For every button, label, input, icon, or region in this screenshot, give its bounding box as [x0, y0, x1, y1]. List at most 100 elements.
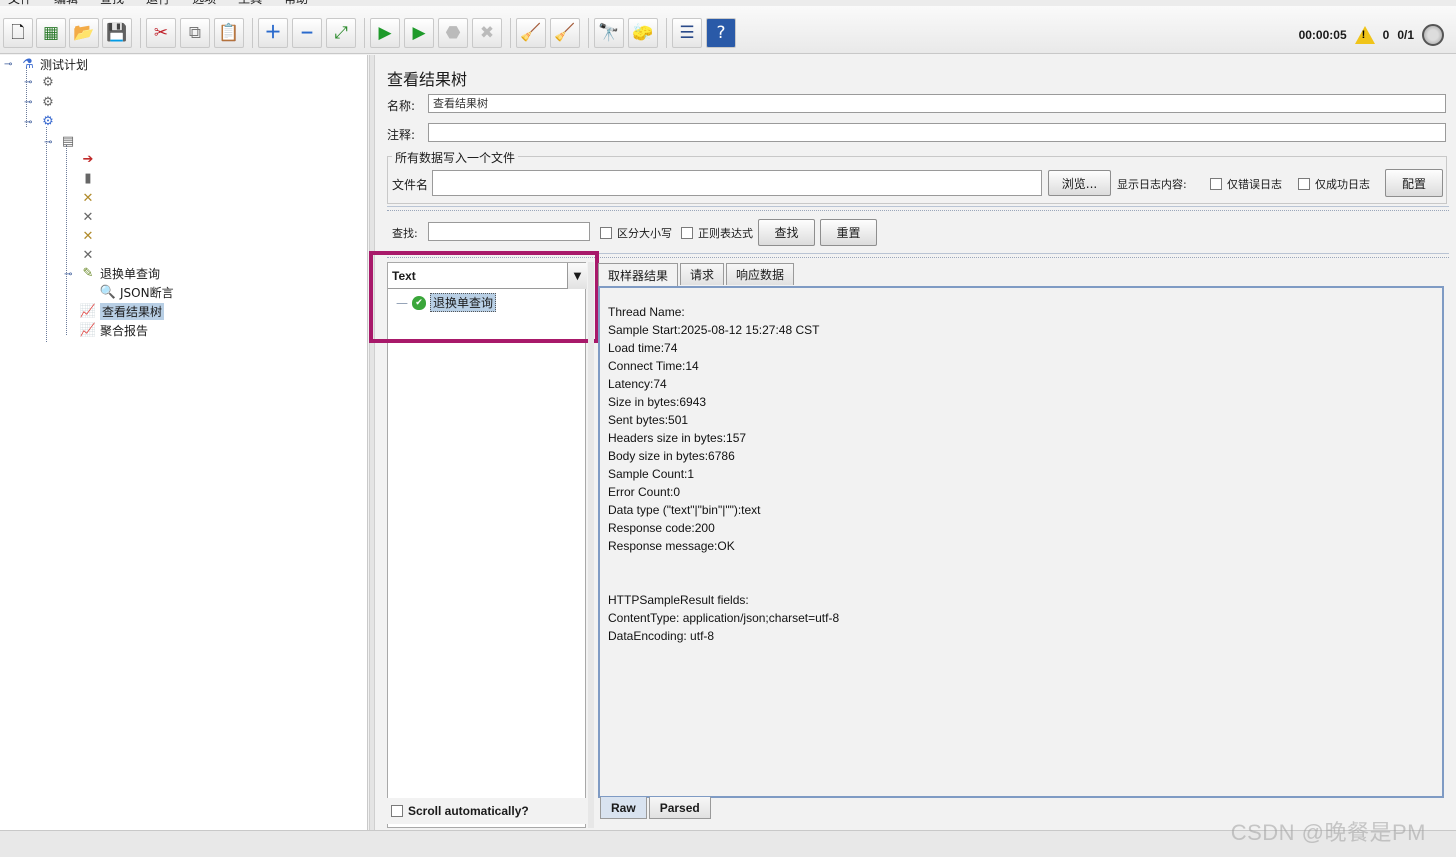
configure-button[interactable]: 配置	[1385, 169, 1443, 197]
tree-node-json-assertion[interactable]: 🔍 JSON断言	[100, 284, 174, 301]
tree-toggle-3[interactable]: ⊸	[24, 117, 32, 128]
result-line: Thread Name:	[608, 305, 685, 319]
search-icon[interactable]: 🔭	[594, 18, 624, 48]
tree-node-test-plan[interactable]: ⚗ 测试计划	[20, 56, 88, 73]
gear-icon: ⚙	[42, 94, 54, 110]
tree-node-view-results-tree[interactable]: 📈 查看结果树	[80, 303, 165, 320]
tree-node-config-1[interactable]: ⚙	[40, 74, 56, 90]
filename-field[interactable]	[432, 170, 1042, 196]
browse-button[interactable]: 浏览...	[1048, 170, 1111, 196]
result-line: Response code:200	[608, 521, 715, 535]
search-input[interactable]	[428, 222, 590, 241]
clear-all-icon[interactable]: 🧹	[550, 18, 580, 48]
view-mode-tabs: Raw Parsed	[600, 797, 711, 819]
result-line: Connect Time:14	[608, 359, 699, 373]
start-no-pause-icon[interactable]: ▶	[404, 18, 434, 48]
case-sensitive-checkbox[interactable]: 区分大小写	[600, 225, 672, 241]
result-lines: Thread Name: Sample Start:2025-08-12 15:2…	[608, 303, 839, 645]
tree-toggle-2[interactable]: ⊸	[24, 97, 32, 108]
tree-node-element-6[interactable]: ✕	[80, 247, 96, 263]
copy-icon[interactable]: ⧉	[180, 18, 210, 48]
tab-request[interactable]: 请求	[680, 263, 725, 285]
find-button[interactable]: 查找	[758, 219, 815, 246]
result-line: ContentType: application/json;charset=ut…	[608, 611, 840, 625]
shutdown-icon[interactable]: ✖	[472, 18, 502, 48]
tree-node-element-3[interactable]: ✕	[80, 190, 96, 206]
reset-search-icon[interactable]: 🧽	[628, 18, 658, 48]
tree-node-config-2[interactable]: ⚙	[40, 94, 56, 110]
result-line: Headers size in bytes:157	[608, 431, 747, 445]
start-icon[interactable]: ▶	[370, 18, 400, 48]
tab-response-data[interactable]: 响应数据	[726, 263, 795, 285]
sampler-icon: ✎	[82, 266, 94, 281]
log-content-label: 显示日志内容:	[1117, 178, 1187, 191]
tree-node-thread-group[interactable]: ⚙	[40, 113, 56, 129]
result-line: Latency:74	[608, 377, 667, 391]
tree-node-element-5[interactable]: ✕	[80, 228, 96, 244]
help-icon[interactable]: ?	[706, 18, 736, 48]
result-line: Sample Start:2025-08-12 15:27:48 CST	[608, 323, 820, 337]
tab-sampler-result[interactable]: 取样器结果	[598, 263, 679, 286]
regex-checkbox[interactable]: 正则表达式	[681, 225, 753, 241]
result-line: Sent bytes:501	[608, 413, 689, 427]
tree-node-element-1[interactable]: ➔	[80, 151, 96, 167]
save-icon[interactable]: 💾	[102, 18, 132, 48]
tab-raw[interactable]: Raw	[600, 797, 647, 819]
clear-icon[interactable]: 🧹	[516, 18, 546, 48]
tree-toggle-root[interactable]: ⊸	[4, 59, 12, 70]
comment-field[interactable]	[428, 123, 1446, 142]
result-line: Body size in bytes:6786	[608, 449, 735, 463]
warning-icon[interactable]	[1354, 26, 1375, 44]
tree-toggle-sampler[interactable]: ⊸	[64, 269, 72, 280]
warning-count: 0	[1382, 28, 1390, 42]
result-line	[608, 573, 839, 591]
stop-icon[interactable]: ⬣	[438, 18, 468, 48]
comment-label: 注释:	[387, 128, 416, 142]
success-only-checkbox[interactable]: 仅成功日志	[1298, 176, 1370, 192]
thread-group-icon: ⚙	[42, 113, 54, 129]
collapse-icon[interactable]: −	[292, 18, 322, 48]
expand-icon[interactable]: ＋	[258, 18, 288, 48]
tree-toggle-4[interactable]: ⊸	[44, 137, 52, 148]
name-field[interactable]: 查看结果树	[428, 94, 1446, 113]
tree-node-controller[interactable]: ▤	[60, 133, 76, 149]
main-splitter[interactable]	[369, 55, 375, 830]
cut-icon[interactable]: ✂	[146, 18, 176, 48]
sampler-result-text: Thread Name: Sample Start:2025-08-12 15:2…	[598, 286, 1444, 798]
annotation-highlight-box	[369, 251, 599, 343]
magnifier-icon: 🔍	[99, 285, 117, 300]
toggle-icon[interactable]: ⤢	[326, 18, 356, 48]
checkbox-box	[1298, 178, 1310, 190]
tree-node-element-2[interactable]: ▮	[80, 170, 96, 186]
tree-toggle-1[interactable]: ⊸	[24, 77, 32, 88]
controller-icon: ▤	[61, 133, 75, 149]
remote-status-icon[interactable]	[1422, 24, 1444, 46]
result-tabs: 取样器结果 请求 响应数据	[598, 263, 795, 286]
elapsed-timer: 00:00:05	[1298, 28, 1347, 42]
result-line: Data type ("text"|"bin"|""):text	[608, 503, 761, 517]
tree-node-sampler[interactable]: ✎ 退换单查询	[80, 265, 160, 282]
scroll-automatically-checkbox[interactable]: Scroll automatically?	[387, 798, 586, 824]
open-icon[interactable]: 📂	[69, 18, 99, 48]
listener-icon: 📈	[79, 323, 97, 338]
tree-node-aggregate-report[interactable]: 📈 聚合报告	[80, 322, 148, 339]
result-line: HTTPSampleResult fields:	[608, 593, 749, 607]
new-file-icon[interactable]: 🗋	[3, 18, 33, 48]
tree-node-element-4[interactable]: ✕	[80, 209, 96, 225]
errors-only-checkbox[interactable]: 仅错误日志	[1210, 176, 1282, 192]
result-line: DataEncoding: utf-8	[608, 629, 715, 643]
flask-icon: ⚗	[22, 57, 34, 72]
checkbox-box	[1210, 178, 1222, 190]
group-title: 所有数据写入一个文件	[392, 149, 519, 166]
tab-parsed[interactable]: Parsed	[648, 797, 711, 819]
paste-icon[interactable]: 📋	[214, 18, 244, 48]
gear-icon: ⚙	[42, 74, 54, 90]
view-results-tree-panel: 查看结果树 名称: 查看结果树 注释: 所有数据写入一个文件 文件名 浏览...…	[369, 55, 1456, 857]
checkbox-box	[681, 227, 693, 239]
tools-icon: ✕	[82, 247, 94, 263]
checkbox-box	[391, 805, 403, 817]
results-splitter[interactable]	[588, 262, 594, 828]
templates-icon[interactable]: ▦	[36, 18, 66, 48]
reset-button[interactable]: 重置	[820, 219, 877, 246]
function-helper-icon[interactable]: ☰	[672, 18, 702, 48]
